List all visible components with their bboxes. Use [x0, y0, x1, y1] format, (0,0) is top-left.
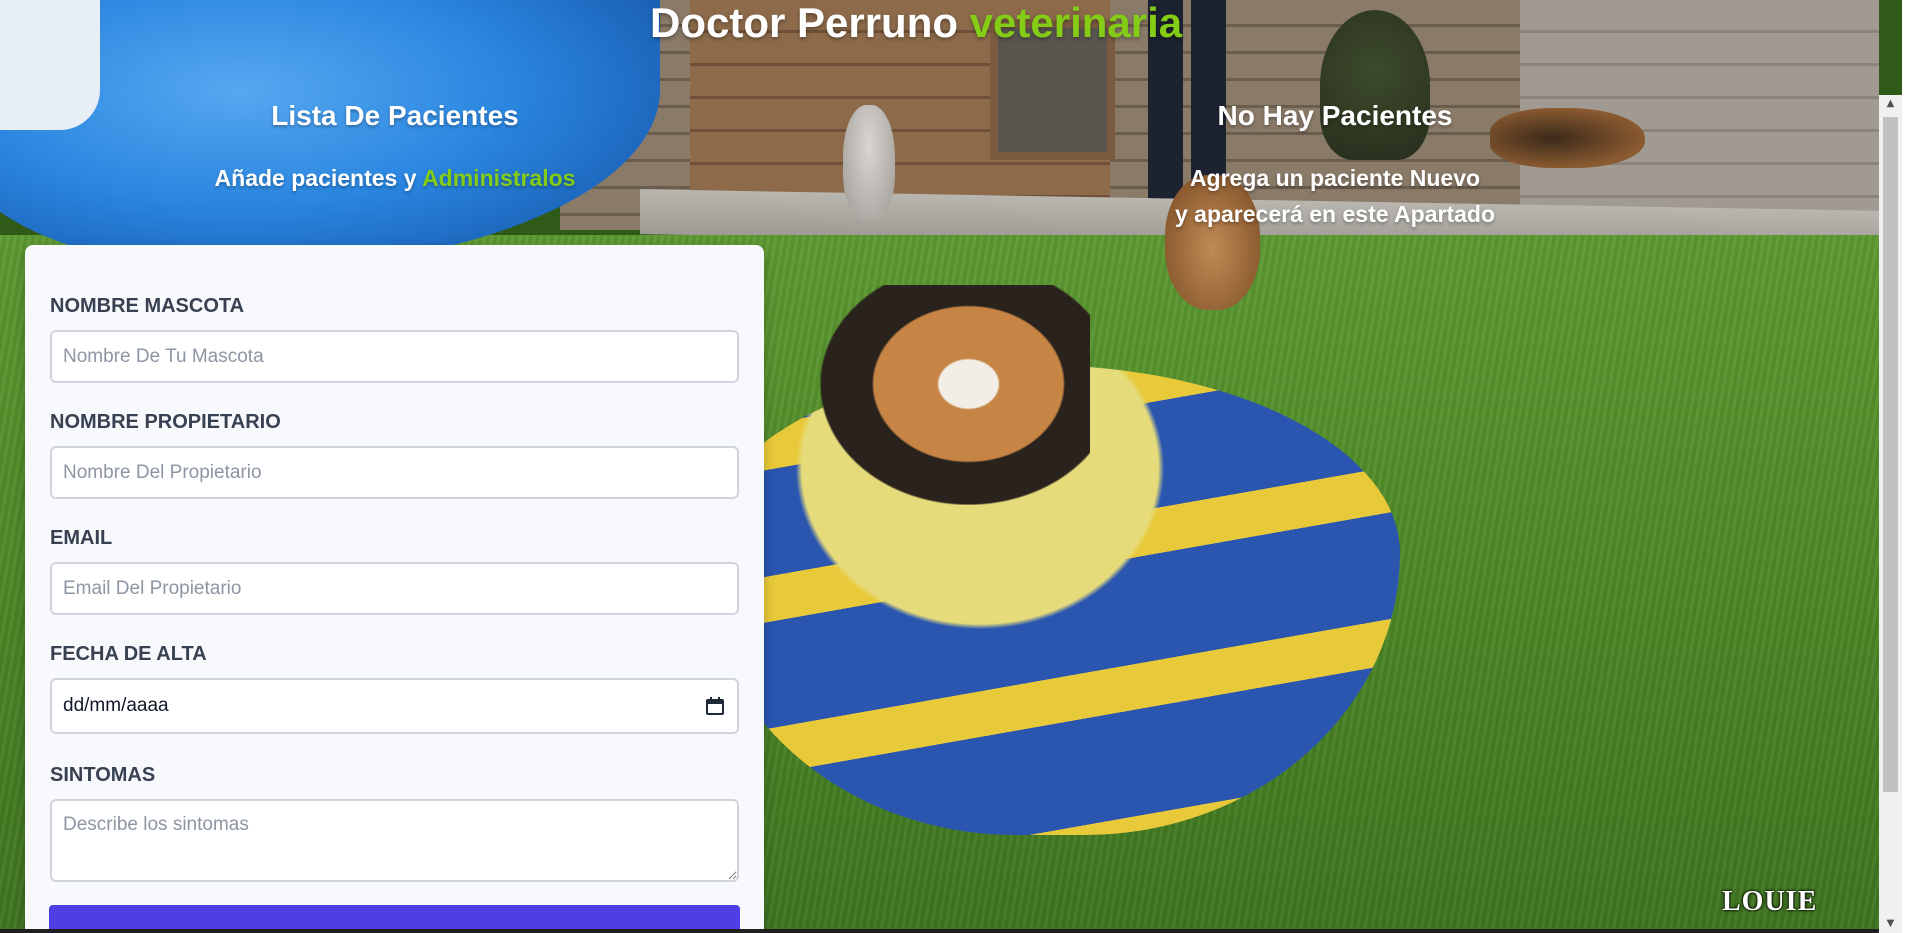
symptoms-label: Sintomas [50, 764, 156, 786]
discharge-date-label: Fecha De Alta [50, 643, 207, 665]
background-slide-top [0, 0, 100, 130]
symptoms-textarea[interactable] [50, 799, 739, 882]
email-label: Email [50, 527, 113, 549]
no-patients-subtitle-line1: Agrega un paciente Nuevo [1189, 165, 1481, 191]
no-patients-subtitle-line2: y aparecerá en este Apartado [1174, 201, 1496, 227]
page-title: Doctor Perruno veterinaria [650, 0, 1182, 46]
video-watermark: LOUIE [1722, 886, 1818, 917]
patients-list-subtitle-accent: Administralos [422, 165, 576, 191]
title-main: Doctor Perruno [650, 0, 959, 46]
calendar-icon[interactable] [705, 696, 725, 716]
pet-name-input[interactable] [50, 330, 739, 383]
scroll-up-icon[interactable]: ▲ [1879, 95, 1902, 113]
bottom-edge [0, 929, 1879, 933]
pet-name-field: Nombre Mascota [50, 295, 739, 383]
patients-list-heading: Lista De Pacientes [271, 100, 519, 131]
date-format-text: dd/mm/aaaa [63, 695, 169, 716]
symptoms-field: Sintomas [50, 764, 739, 882]
no-patients-heading: No Hay Pacientes [1217, 100, 1453, 131]
window-edge [1902, 0, 1919, 933]
owner-name-label: Nombre Propietario [50, 411, 281, 433]
email-input[interactable] [50, 562, 739, 615]
scroll-down-icon[interactable]: ▼ [1879, 915, 1902, 933]
page-scrollbar[interactable]: ▲ ▼ [1879, 95, 1902, 933]
email-field: Email [50, 527, 739, 615]
owner-name-input[interactable] [50, 446, 739, 499]
background-plant [1320, 10, 1430, 160]
patients-list-subtitle: Añade pacientes y Administralos [150, 163, 640, 193]
background-beagle [820, 285, 1090, 505]
title-accent: veterinaria [969, 0, 1183, 46]
patient-form: Nombre Mascota Nombre Propietario Email … [25, 245, 764, 933]
owner-name-field: Nombre Propietario [50, 411, 739, 499]
background-dog-mid [1165, 175, 1260, 310]
discharge-date-input[interactable]: dd/mm/aaaa [50, 678, 739, 734]
discharge-date-field: Fecha De Alta dd/mm/aaaa [50, 643, 739, 734]
patients-list-subtitle-main: Añade pacientes y [214, 165, 417, 191]
scroll-thumb[interactable] [1883, 117, 1898, 792]
background-duck-statue [843, 105, 895, 220]
pet-name-label: Nombre Mascota [50, 295, 245, 317]
